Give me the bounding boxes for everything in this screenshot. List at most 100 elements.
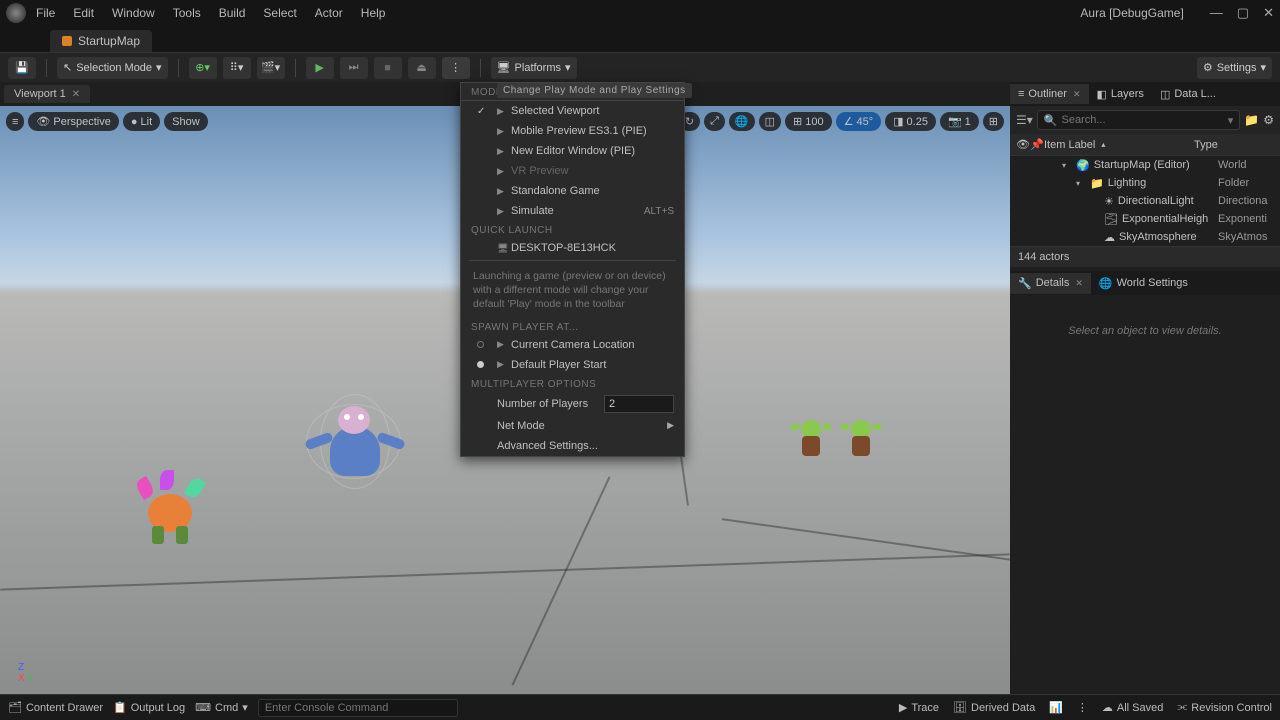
settings-button[interactable]: ⚙ Settings ▾ [1197, 57, 1272, 79]
output-log-label: Output Log [131, 702, 185, 714]
play-button[interactable]: ▶ [306, 57, 334, 79]
status-bar: 🗂 Content Drawer 📋 Output Log ⌨ Cmd ▾ ▶ … [0, 694, 1280, 720]
tree-row[interactable]: ▾🌍StartupMap (Editor)World [1010, 156, 1280, 174]
spawn-current-camera[interactable]: ▶Current Camera Location [461, 335, 684, 355]
tab-outliner[interactable]: ≡ Outliner✕ [1010, 84, 1089, 104]
map-icon [62, 36, 72, 46]
coord-space-button[interactable]: 🌐 [729, 112, 755, 131]
minimize-button[interactable]: — [1210, 5, 1223, 21]
chevron-down-icon: ▾ [565, 61, 571, 74]
save-button[interactable]: 💾 [8, 57, 36, 79]
maximize-button[interactable]: ▢ [1237, 5, 1249, 21]
main-menu: File Edit Window Tools Build Select Acto… [36, 6, 385, 20]
console-input[interactable] [258, 699, 458, 717]
net-mode-item[interactable]: Net Mode▶ [461, 416, 684, 436]
close-button[interactable]: ✕ [1263, 5, 1274, 21]
marketplace-button[interactable]: ⠿▾ [223, 57, 251, 79]
derived-data-button[interactable]: 🗄 Derived Data [953, 701, 1035, 714]
grid-snap-button[interactable]: ⊞ 100 [785, 112, 832, 131]
menu-tools[interactable]: Tools [173, 6, 201, 20]
transform-scale-button[interactable]: ⤢ [704, 112, 725, 131]
col-type-label[interactable]: Type [1194, 139, 1218, 151]
trace-button[interactable]: ▶ Trace [899, 701, 939, 714]
platforms-button[interactable]: 🖥 Platforms ▾ [491, 57, 577, 79]
folder-button[interactable]: 📁 [1244, 113, 1259, 127]
menu-actor[interactable]: Actor [315, 6, 343, 20]
section-multiplayer: MULTIPLAYER OPTIONS [461, 375, 684, 392]
actor-goblin-2[interactable] [845, 416, 877, 466]
show-button[interactable]: Show [164, 112, 208, 131]
menu-edit[interactable]: Edit [73, 6, 94, 20]
tree-row[interactable]: 🌫ExponentialHeighExponenti [1010, 210, 1280, 228]
mode-simulate[interactable]: ▶SimulateALT+S [461, 201, 684, 221]
angle-snap-button[interactable]: ∠ 45° [836, 112, 882, 131]
surface-snap-button[interactable]: ◫ [759, 112, 781, 131]
revision-control-button[interactable]: ⫘ Revision Control [1177, 701, 1272, 714]
mode-standalone[interactable]: ▶Standalone Game [461, 181, 684, 201]
camera-speed-button[interactable]: 📷 1 [940, 112, 979, 131]
cinematics-button[interactable]: 🎬▾ [257, 57, 285, 79]
num-players-label: Number of Players [497, 398, 604, 410]
pin-icon[interactable]: 📌 [1030, 138, 1044, 151]
viewport-tab[interactable]: Viewport 1 ✕ [4, 85, 90, 103]
camera-value: 1 [965, 116, 971, 128]
tree-row[interactable]: ☀DirectionalLightDirectiona [1010, 192, 1280, 210]
close-icon[interactable]: ✕ [1075, 278, 1083, 289]
selection-mode-button[interactable]: ↖ Selection Mode ▾ [57, 57, 168, 79]
eye-icon[interactable]: 👁 [1016, 138, 1030, 151]
quick-launch-device[interactable]: 🖥DESKTOP-8E13HCK [461, 238, 684, 258]
cmd-button[interactable]: ⌨ Cmd ▾ [195, 701, 248, 714]
actor-pumpkin[interactable] [130, 466, 210, 556]
menu-build[interactable]: Build [219, 6, 246, 20]
output-log-button[interactable]: 📋 Output Log [113, 701, 185, 714]
menu-window[interactable]: Window [112, 6, 155, 20]
close-icon[interactable]: ✕ [1073, 89, 1081, 100]
save-status[interactable]: ☁ All Saved [1102, 701, 1163, 714]
eject-button[interactable]: ⏏ [408, 57, 436, 79]
stop-button[interactable]: ■ [374, 57, 402, 79]
tree-row[interactable]: ▾📁LightingFolder [1010, 174, 1280, 192]
maximize-viewport-button[interactable]: ⊞ [983, 112, 1004, 131]
mode-mobile-preview[interactable]: ▶Mobile Preview ES3.1 (PIE) [461, 121, 684, 141]
spawn-default-start[interactable]: ▶Default Player Start [461, 355, 684, 375]
scale-snap-button[interactable]: ◨ 0.25 [885, 112, 936, 131]
play-icon: ▶ [497, 166, 504, 177]
play-options-dropdown: MODES Change Play Mode and Play Settings… [460, 82, 685, 457]
document-tabs: StartupMap [0, 26, 1280, 52]
play-options-button[interactable]: ⋮ [442, 57, 470, 79]
mode-selected-viewport[interactable]: ✓▶Selected Viewport [461, 101, 684, 121]
skip-button[interactable]: ⏭ [340, 57, 368, 79]
menu-select[interactable]: Select [263, 6, 296, 20]
tab-details[interactable]: 🔧 Details✕ [1010, 273, 1091, 294]
map-tab[interactable]: StartupMap [50, 30, 152, 52]
filter-button[interactable]: ☰▾ [1016, 113, 1033, 127]
perf-icon[interactable]: 📊 [1049, 701, 1063, 714]
mode-new-editor-window[interactable]: ▶New Editor Window (PIE) [461, 141, 684, 161]
more-icon[interactable]: ⋮ [1077, 701, 1088, 714]
close-icon[interactable]: ✕ [72, 89, 80, 100]
menu-file[interactable]: File [36, 6, 55, 20]
col-item-label[interactable]: Item Label [1044, 139, 1095, 151]
play-icon: ▶ [497, 146, 504, 157]
play-tooltip: Change Play Mode and Play Settings [497, 83, 692, 98]
lit-button[interactable]: ● Lit [123, 112, 160, 131]
viewport-menu-button[interactable]: ≡ [6, 112, 24, 131]
gear-icon[interactable]: ⚙ [1263, 113, 1274, 127]
right-panel-area: ≡ Outliner✕ ◧ Layers ◫ Data L... ☰▾ 🔍 Se… [1010, 82, 1280, 694]
tab-world-settings[interactable]: 🌐 World Settings [1091, 273, 1196, 294]
add-content-button[interactable]: ⊕▾ [189, 57, 217, 79]
details-empty: Select an object to view details. [1010, 295, 1280, 694]
actor-goblin-1[interactable] [795, 416, 827, 466]
advanced-settings-item[interactable]: Advanced Settings... [461, 436, 684, 456]
lit-label: Lit [141, 116, 153, 128]
perspective-button[interactable]: 👁 Perspective [28, 112, 118, 131]
content-drawer-button[interactable]: 🗂 Content Drawer [8, 701, 103, 714]
tab-layers[interactable]: ◧ Layers [1089, 84, 1152, 105]
tree-row[interactable]: ☁SkyAtmosphereSkyAtmos [1010, 228, 1280, 246]
num-players-input[interactable] [604, 395, 674, 413]
platforms-label: Platforms [515, 62, 561, 74]
tab-datalayers[interactable]: ◫ Data L... [1152, 84, 1224, 105]
actor-alien[interactable] [310, 396, 400, 496]
menu-help[interactable]: Help [361, 6, 386, 20]
outliner-search[interactable]: 🔍 Search... ▾ [1037, 110, 1241, 130]
